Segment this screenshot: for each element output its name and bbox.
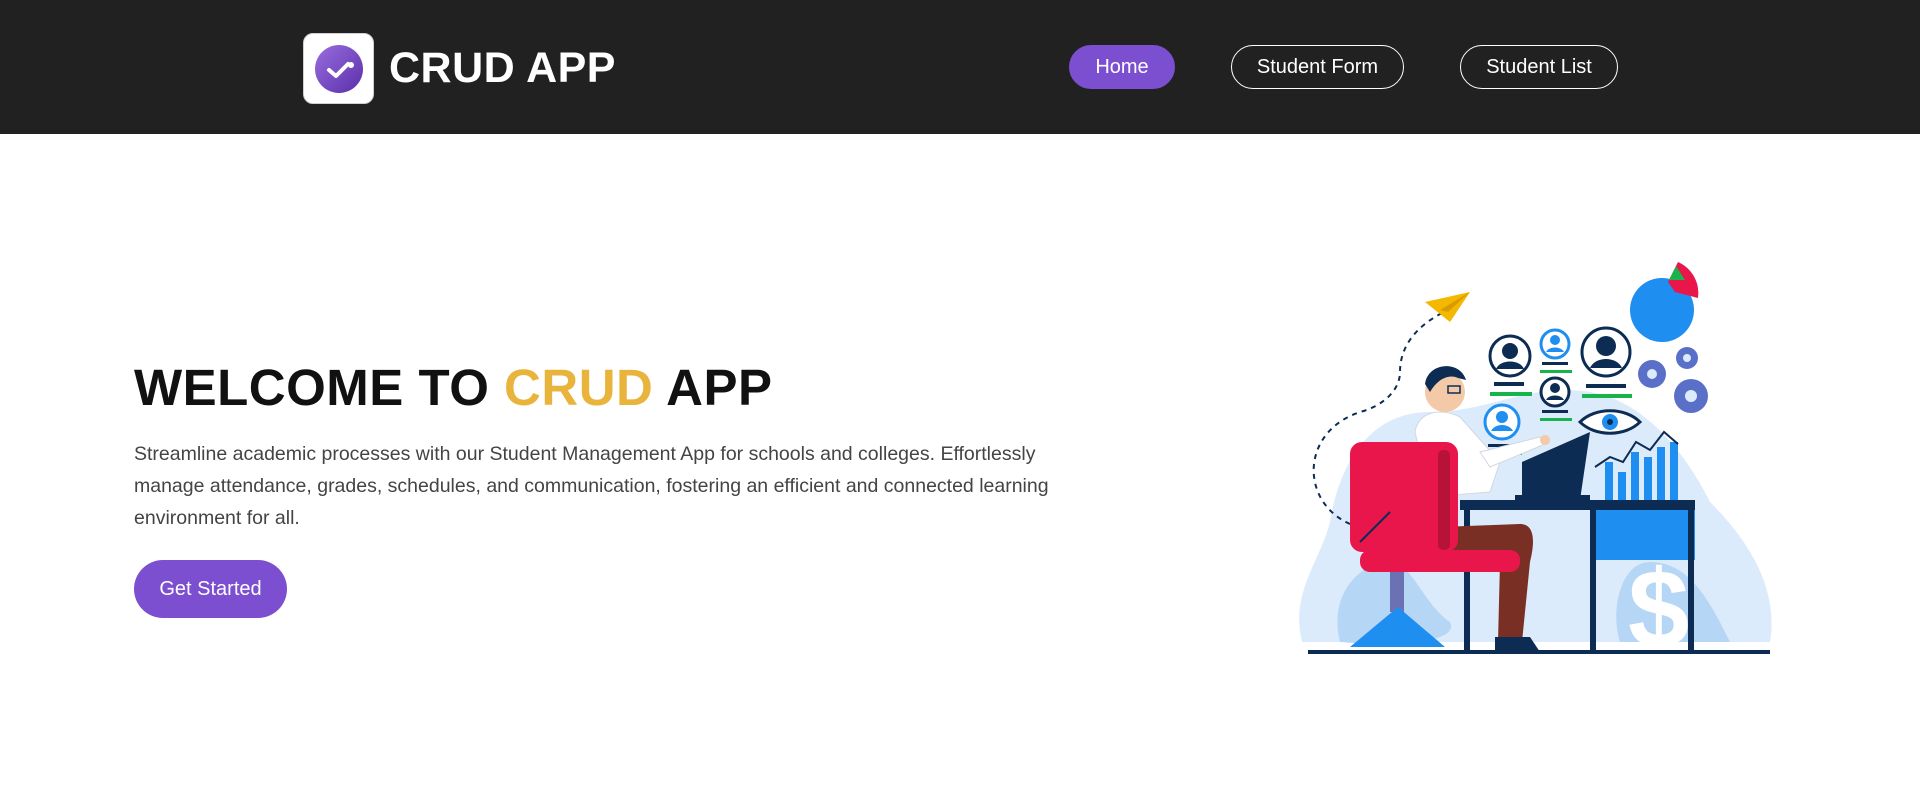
hero-description: Streamline academic processes with our S… [134,443,1049,529]
nav-student-form-button[interactable]: Student Form [1231,45,1404,89]
hero-title: WELCOME TO CRUD APP [134,358,773,417]
get-started-button[interactable]: Get Started [134,560,287,618]
nav-student-list-button[interactable]: Student List [1460,45,1618,89]
navbar: CRUD APP Home Student Form Student List [0,0,1920,134]
brand-name: CRUD APP [389,44,616,92]
nav-home-button[interactable]: Home [1069,45,1175,89]
hero-title-part1: WELCOME TO [134,359,505,416]
app-logo-icon [303,33,374,104]
hero-title-accent: CRUD [504,359,654,416]
svg-text:$: $ [1628,548,1689,662]
dashboard-analytics-illustration: $ [1290,262,1780,671]
brand[interactable]: CRUD APP [303,33,616,104]
hero-title-part2: APP [653,359,773,416]
